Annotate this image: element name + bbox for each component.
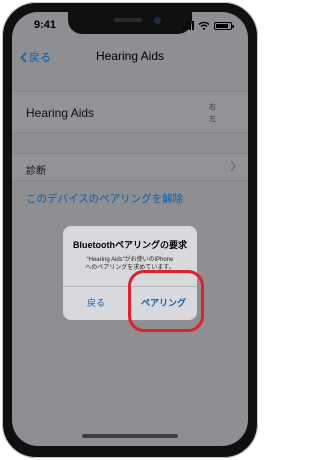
- device-name: Hearing Aids: [26, 106, 95, 120]
- battery-icon: [214, 22, 234, 30]
- status-time: 9:41: [34, 19, 57, 31]
- divider: [12, 180, 248, 181]
- front-camera: [154, 17, 161, 24]
- wifi-icon: [198, 21, 210, 30]
- alert-title: Bluetoothペアリングの要求: [73, 240, 187, 250]
- chevron-right-icon: [230, 160, 236, 172]
- highlight-circle: [128, 270, 204, 332]
- status-icons: [183, 18, 234, 30]
- home-indicator: [82, 434, 178, 438]
- navigation-bar: 戻る Hearing Aids: [12, 46, 248, 68]
- right-side-label: 右: [209, 104, 216, 111]
- notch: [68, 12, 192, 34]
- device-row: Hearing Aids 右 左: [12, 92, 248, 132]
- page-title: Hearing Aids: [95, 49, 165, 63]
- cellular-signal-icon: [183, 21, 194, 30]
- alert-cancel-button[interactable]: 戻る: [63, 287, 129, 320]
- diagnostics-label: 診断: [26, 166, 46, 177]
- screen: 9:41 戻る Hearing Aids Hearing Aids 右 左 診断…: [12, 12, 248, 446]
- phone-frame: 9:41 戻る Hearing Aids Hearing Aids 右 左 診断…: [2, 2, 258, 458]
- battery-level: [216, 24, 228, 28]
- left-side-label: 左: [209, 116, 216, 123]
- unpair-device-link[interactable]: このデバイスのペアリングを解除: [26, 191, 183, 206]
- diagnostics-row[interactable]: 診断: [12, 154, 248, 180]
- speaker-grille: [114, 18, 142, 22]
- divider: [12, 132, 248, 133]
